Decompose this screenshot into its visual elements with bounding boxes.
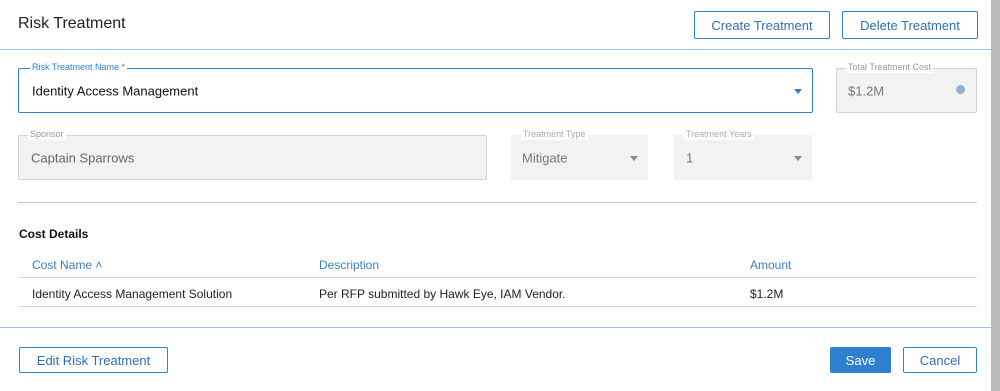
total-cost-value: $1.2M bbox=[848, 83, 885, 98]
chevron-down-icon bbox=[794, 155, 802, 161]
total-cost-field: Total Treatment Cost $1.2M bbox=[836, 62, 977, 113]
treatment-type-value: Mitigate bbox=[522, 150, 568, 165]
window-edge bbox=[991, 0, 1000, 391]
delete-treatment-button[interactable]: Delete Treatment bbox=[842, 11, 978, 39]
treatment-years-label: Treatment Years bbox=[684, 129, 754, 140]
section-divider bbox=[18, 202, 977, 203]
page-title: Risk Treatment bbox=[18, 15, 126, 32]
cancel-button[interactable]: Cancel bbox=[903, 347, 977, 373]
treatment-name-select[interactable]: Risk Treatment Name * Identity Access Ma… bbox=[18, 62, 813, 113]
cell-description: Per RFP submitted by Hawk Eye, IAM Vendo… bbox=[319, 287, 566, 301]
treatment-years-box bbox=[674, 135, 812, 180]
edit-risk-treatment-button[interactable]: Edit Risk Treatment bbox=[19, 347, 168, 373]
chevron-down-icon bbox=[630, 155, 638, 161]
treatment-type-select: Treatment Type Mitigate bbox=[511, 129, 648, 180]
sponsor-value: Captain Sparrows bbox=[31, 150, 135, 165]
footer-divider bbox=[0, 327, 991, 328]
cost-details-title: Cost Details bbox=[19, 227, 89, 241]
panel-header: Risk Treatment Create Treatment Delete T… bbox=[0, 0, 991, 50]
treatment-years-select: Treatment Years 1 bbox=[674, 129, 812, 180]
cell-cost-name: Identity Access Management Solution bbox=[32, 287, 233, 301]
treatment-name-value: Identity Access Management bbox=[32, 83, 199, 98]
total-cost-label: Total Treatment Cost bbox=[846, 62, 934, 73]
treatment-name-label: Risk Treatment Name * bbox=[30, 62, 128, 73]
sponsor-field: Sponsor Captain Sparrows bbox=[18, 129, 487, 180]
treatment-years-value: 1 bbox=[686, 150, 694, 165]
info-icon[interactable] bbox=[956, 85, 965, 94]
chevron-down-icon[interactable] bbox=[794, 88, 802, 94]
save-button[interactable]: Save bbox=[830, 347, 891, 373]
table-row[interactable]: Identity Access Management Solution Per … bbox=[18, 278, 977, 307]
column-header-amount[interactable]: Amount bbox=[750, 258, 791, 272]
cell-amount: $1.2M bbox=[750, 287, 784, 301]
risk-treatment-panel: Risk Treatment Create Treatment Delete T… bbox=[0, 0, 991, 391]
column-header-cost-name[interactable]: Cost Name ˄ bbox=[32, 258, 102, 272]
table-header: Cost Name ˄ Description Amount bbox=[18, 250, 977, 278]
sponsor-label: Sponsor bbox=[28, 129, 66, 140]
column-header-description[interactable]: Description bbox=[319, 258, 379, 272]
create-treatment-button[interactable]: Create Treatment bbox=[694, 11, 830, 39]
treatment-type-label: Treatment Type bbox=[521, 129, 588, 140]
